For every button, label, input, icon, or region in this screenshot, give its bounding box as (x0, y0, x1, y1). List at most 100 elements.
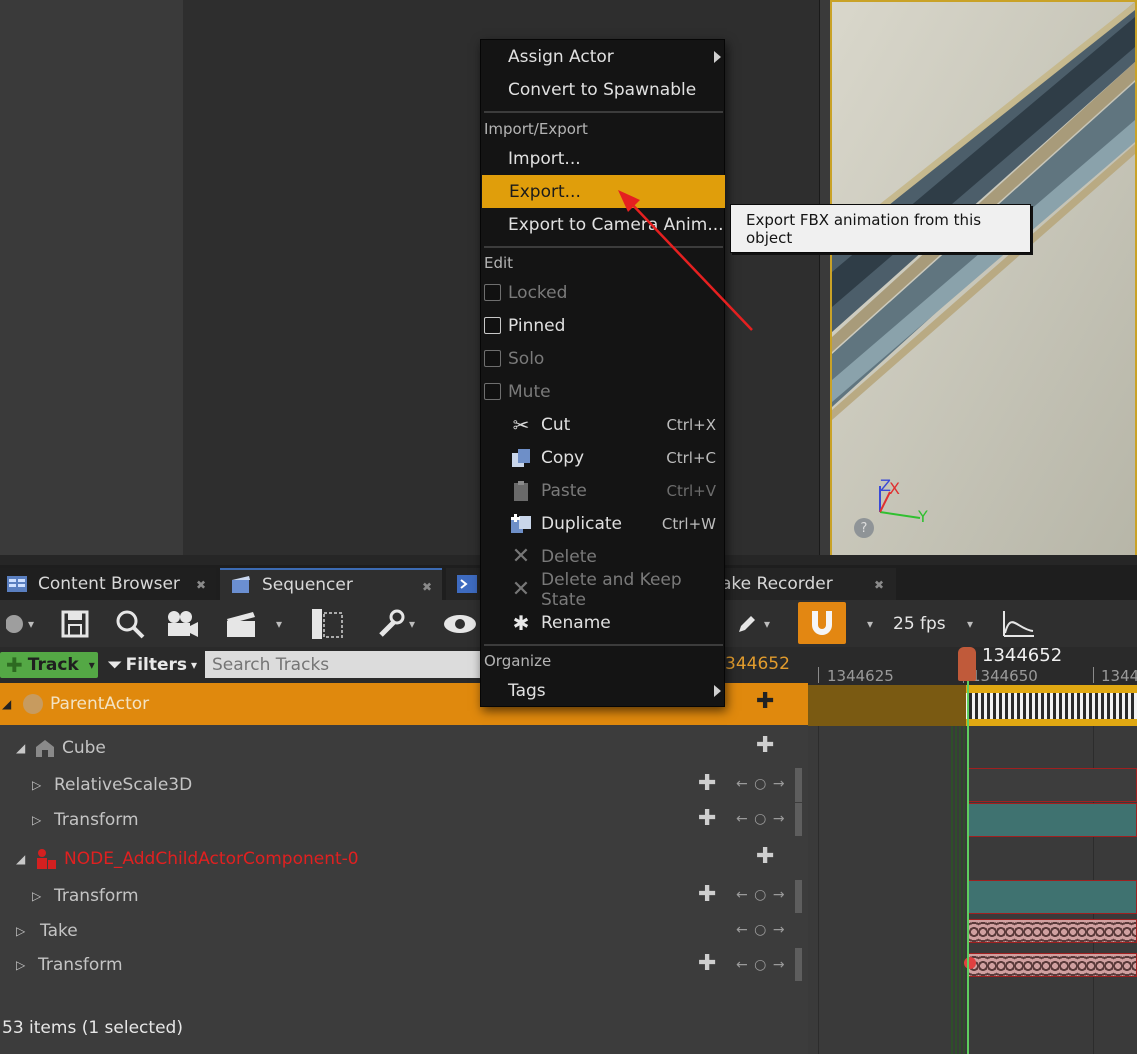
find-in-browser-button[interactable] (110, 608, 150, 640)
key-navigation-icon[interactable]: ← ○ → (736, 776, 786, 792)
track-row-relative-scale[interactable]: ▷ RelativeScale3D ✚ ← ○ → (0, 767, 808, 803)
keyframe-cluster-bar[interactable] (966, 685, 1137, 726)
curve-editor-button[interactable] (998, 608, 1038, 640)
menu-assign-actor[interactable]: Assign Actor (481, 40, 724, 73)
content-browser-icon (7, 576, 27, 592)
scrollbar-segment[interactable] (795, 880, 802, 913)
expand-triangle-icon[interactable]: ▷ (32, 778, 50, 792)
close-icon[interactable]: ✖ (196, 578, 206, 592)
checkbox-icon[interactable] (484, 317, 501, 334)
playhead-line (967, 681, 969, 1054)
current-frame-readout[interactable]: 344652 (725, 654, 790, 674)
menu-solo[interactable]: Solo (481, 342, 724, 375)
menu-paste[interactable]: Paste Ctrl+V (481, 474, 724, 507)
playhead-frame-label: 1344652 (982, 645, 1063, 666)
section-transform-cube[interactable] (968, 803, 1137, 837)
key-navigation-icon[interactable]: ← ○ → (736, 811, 786, 827)
checkbox-icon[interactable] (484, 284, 501, 301)
menu-label: Cut (541, 414, 571, 435)
add-icon[interactable]: ✚ (756, 844, 774, 869)
tab-sequencer[interactable]: Sequencer ✖ (220, 568, 442, 600)
track-row-take[interactable]: ▷ Take ← ○ → (0, 914, 808, 947)
filters-label: Filters (125, 655, 188, 675)
menu-label: Solo (508, 348, 545, 369)
menu-convert-to-spawnable[interactable]: Convert to Spawnable (481, 73, 724, 106)
close-icon[interactable]: ✖ (874, 578, 884, 592)
add-track-button[interactable]: ✚ Track ▾ (0, 652, 98, 678)
clapper-dropdown[interactable]: ▾ (218, 608, 288, 640)
menu-section-edit: Edit (484, 254, 514, 272)
timeline-ruler[interactable]: 1344625 1344650 1344 1344652 (808, 645, 1137, 685)
scene-viewport[interactable]: Z X Y ? (830, 0, 1137, 557)
search-tracks-input[interactable] (205, 651, 485, 678)
track-row-transform-cube[interactable]: ▷ Transform ✚ ← ○ → (0, 802, 808, 838)
magnet-icon (812, 611, 832, 635)
scrollbar-segment[interactable] (795, 803, 802, 836)
menu-delete[interactable]: ✕ Delete (481, 540, 724, 573)
save-button[interactable] (55, 608, 95, 640)
menu-import[interactable]: Import... (481, 142, 724, 175)
expand-triangle-icon[interactable]: ▷ (16, 958, 34, 972)
scrollbar-segment[interactable] (795, 948, 802, 981)
collapse-triangle-icon[interactable]: ◢ (2, 697, 20, 711)
submenu-arrow-icon (714, 684, 721, 697)
section-transform-child[interactable] (968, 880, 1137, 914)
edit-dropdown[interactable]: ▾ (728, 608, 778, 640)
add-icon[interactable]: ✚ (756, 733, 774, 758)
checkbox-icon[interactable] (484, 383, 501, 400)
expand-triangle-icon[interactable]: ▷ (32, 813, 50, 827)
menu-delete-keep-state[interactable]: ✕ Delete and Keep State (481, 570, 724, 610)
camera-button[interactable] (162, 608, 202, 640)
menu-cut[interactable]: ✂ Cut Ctrl+X (481, 408, 724, 441)
fps-dropdown[interactable]: 25 fps ▾ (893, 608, 981, 640)
selected-key-icon[interactable] (964, 957, 976, 969)
menu-rename[interactable]: ✱ Rename (481, 606, 724, 639)
track-row-transform[interactable]: ▷ Transform ✚ ← ○ → (0, 947, 808, 983)
menu-tags[interactable]: Tags (481, 674, 724, 707)
snap-options-dropdown[interactable]: ▾ (858, 608, 882, 640)
tab-content-browser[interactable]: Content Browser ✖ (0, 568, 216, 600)
settings-dropdown[interactable]: ▾ (370, 608, 420, 640)
track-label: Transform (54, 886, 139, 906)
help-icon[interactable]: ? (854, 518, 874, 538)
checkbox-icon[interactable] (484, 350, 501, 367)
render-button[interactable] (305, 608, 347, 640)
collapse-triangle-icon[interactable]: ◢ (16, 741, 34, 755)
add-key-icon[interactable]: ✚ (698, 771, 716, 796)
track-label: ParentActor (50, 694, 150, 714)
track-row-transform-child[interactable]: ▷ Transform ✚ ← ○ → (0, 878, 808, 914)
menu-label: Import... (508, 148, 581, 169)
add-icon[interactable]: ✚ (756, 689, 774, 714)
menu-label: Convert to Spawnable (508, 79, 697, 100)
collapse-triangle-icon[interactable]: ◢ (16, 852, 34, 866)
section-take-keys[interactable] (968, 919, 1137, 943)
menu-duplicate[interactable]: Duplicate Ctrl+W (481, 507, 724, 540)
expand-triangle-icon[interactable]: ▷ (32, 889, 50, 903)
menu-mute[interactable]: Mute (481, 375, 724, 408)
ruler-tick-label: 1344 (1101, 667, 1137, 685)
menu-copy[interactable]: Copy Ctrl+C (481, 441, 724, 474)
menu-shortcut: Ctrl+W (661, 514, 716, 533)
section-transform-keys[interactable] (968, 953, 1137, 977)
expand-triangle-icon[interactable]: ▷ (16, 924, 34, 938)
playhead-handle[interactable] (958, 647, 976, 681)
menu-label: Paste (541, 480, 587, 501)
track-row-child-actor-component[interactable]: ◢ NODE_AddChildActorComponent-0 ✚ (0, 839, 808, 878)
add-key-icon[interactable]: ✚ (698, 882, 716, 907)
track-row-cube[interactable]: ◢ Cube ✚ (0, 729, 808, 767)
camera-icon (168, 611, 198, 637)
key-navigation-icon[interactable]: ← ○ → (736, 887, 786, 903)
timeline-tracks[interactable] (808, 681, 1137, 1054)
world-dropdown[interactable]: ▾ (0, 608, 40, 640)
add-key-icon[interactable]: ✚ (698, 806, 716, 831)
close-icon[interactable]: ✖ (422, 580, 432, 594)
view-options-button[interactable] (440, 608, 480, 640)
section-relative-scale[interactable] (968, 768, 1137, 802)
add-key-icon[interactable]: ✚ (698, 951, 716, 976)
key-navigation-icon[interactable]: ← ○ → (736, 957, 786, 973)
snap-toggle[interactable] (798, 602, 846, 644)
key-navigation-icon[interactable]: ← ○ → (736, 922, 786, 938)
scrollbar-segment[interactable] (795, 768, 802, 802)
filters-button[interactable]: ⏷ Filters ▾ (108, 652, 198, 678)
panel-divider[interactable] (820, 0, 830, 560)
